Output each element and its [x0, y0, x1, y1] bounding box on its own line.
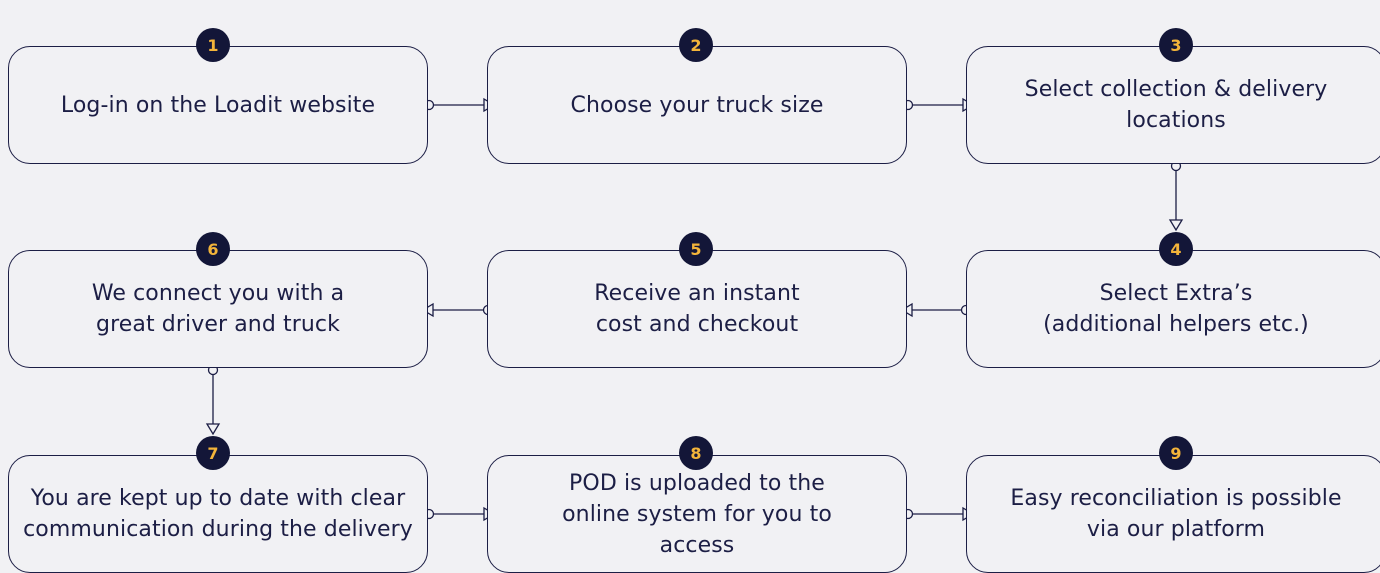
step-card-7: You are kept up to date with clear commu… — [8, 455, 428, 573]
process-flow-diagram: Log-in on the Loadit website Choose your… — [0, 0, 1380, 573]
connector-4-to-5 — [900, 302, 972, 318]
step-number-badge: 7 — [196, 436, 230, 470]
step-number-badge: 5 — [679, 232, 713, 266]
step-card-6: We connect you with a great driver and t… — [8, 250, 428, 368]
step-text: You are kept up to date with clear commu… — [23, 486, 413, 542]
step-number-badge: 3 — [1159, 28, 1193, 62]
step-number-badge: 9 — [1159, 436, 1193, 470]
step-card-9: Easy reconciliation is possible via our … — [966, 455, 1380, 573]
step-number-badge: 8 — [679, 436, 713, 470]
connector-7-to-8 — [423, 506, 496, 522]
step-number-badge: 1 — [196, 28, 230, 62]
connector-5-to-6 — [421, 302, 494, 318]
step-number-badge: 4 — [1159, 232, 1193, 266]
connector-2-to-3 — [902, 97, 975, 113]
connector-8-to-9 — [902, 506, 975, 522]
step-card-4: Select Extra’s (additional helpers etc.) — [966, 250, 1380, 368]
step-text: Choose your truck size — [570, 92, 824, 118]
step-text: Select Extra’s (additional helpers etc.) — [1043, 281, 1309, 337]
connector-6-to-7 — [205, 364, 221, 436]
step-number-badge: 6 — [196, 232, 230, 266]
step-number-badge: 2 — [679, 28, 713, 62]
step-card-5: Receive an instant cost and checkout — [487, 250, 907, 368]
step-text: Log-in on the Loadit website — [60, 92, 376, 118]
step-text: Select collection & delivery locations — [1024, 77, 1328, 133]
connector-1-to-2 — [423, 97, 496, 113]
step-text: Receive an instant cost and checkout — [594, 281, 800, 337]
step-card-2: Choose your truck size — [487, 46, 907, 164]
step-text: POD is uploaded to the online system for… — [562, 470, 832, 558]
step-text: We connect you with a great driver and t… — [91, 281, 345, 337]
step-card-8: POD is uploaded to the online system for… — [487, 455, 907, 573]
connector-3-to-4 — [1168, 160, 1184, 232]
step-card-1: Log-in on the Loadit website — [8, 46, 428, 164]
step-card-3: Select collection & delivery locations — [966, 46, 1380, 164]
step-text: Easy reconciliation is possible via our … — [1010, 486, 1342, 542]
